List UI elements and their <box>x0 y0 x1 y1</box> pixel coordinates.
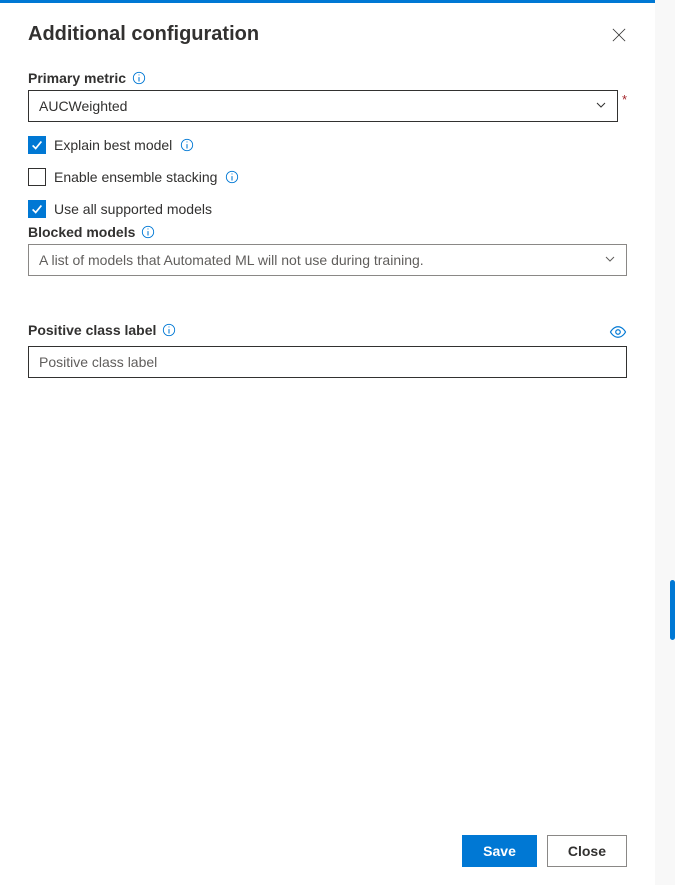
scrollbar-thumb[interactable] <box>670 580 675 640</box>
chevron-down-icon <box>604 252 616 268</box>
blocked-models-label: Blocked models <box>28 224 135 240</box>
explain-best-model-row: Explain best model <box>28 136 627 154</box>
panel-header: Additional configuration <box>0 3 655 60</box>
close-button[interactable]: Close <box>547 835 627 867</box>
positive-class-label-input[interactable] <box>28 346 627 378</box>
use-all-supported-models-row: Use all supported models <box>28 200 627 218</box>
required-indicator: * <box>622 92 627 107</box>
blocked-models-placeholder: A list of models that Automated ML will … <box>39 252 424 268</box>
positive-class-label-field: Positive class label <box>28 322 627 378</box>
save-button[interactable]: Save <box>462 835 537 867</box>
primary-metric-field: Primary metric AUCWeighted <box>28 70 627 122</box>
explain-best-model-label: Explain best model <box>54 137 172 153</box>
close-icon[interactable] <box>611 27 627 43</box>
primary-metric-value: AUCWeighted <box>39 98 127 114</box>
eye-icon[interactable] <box>609 323 627 341</box>
chevron-down-icon <box>595 98 607 114</box>
config-panel: Additional configuration Primary metric <box>0 0 655 885</box>
blocked-models-select[interactable]: A list of models that Automated ML will … <box>28 244 627 276</box>
blocked-models-field: Blocked models A list of models that Aut… <box>28 224 627 276</box>
positive-class-label-text: Positive class label <box>28 322 156 338</box>
blocked-models-label-row: Blocked models <box>28 224 155 240</box>
primary-metric-label: Primary metric <box>28 70 126 86</box>
use-all-supported-models-label: Use all supported models <box>54 201 212 217</box>
enable-ensemble-stacking-row: Enable ensemble stacking <box>28 168 627 186</box>
positive-class-label-wrap: Positive class label <box>28 322 176 338</box>
primary-metric-label-row: Primary metric <box>28 70 146 86</box>
enable-ensemble-stacking-checkbox[interactable] <box>28 168 46 186</box>
primary-metric-select[interactable]: AUCWeighted <box>28 90 618 122</box>
panel-title: Additional configuration <box>28 23 259 46</box>
positive-class-label-row: Positive class label <box>28 322 627 342</box>
info-icon[interactable] <box>180 138 194 152</box>
enable-ensemble-stacking-label: Enable ensemble stacking <box>54 169 217 185</box>
info-icon[interactable] <box>132 71 146 85</box>
info-icon[interactable] <box>225 170 239 184</box>
panel-footer: Save Close <box>0 817 655 885</box>
panel-body: Primary metric AUCWeighted <box>0 60 655 817</box>
explain-best-model-checkbox[interactable] <box>28 136 46 154</box>
primary-metric-select-wrapper: AUCWeighted * <box>28 90 627 122</box>
info-icon[interactable] <box>141 225 155 239</box>
use-all-supported-models-checkbox[interactable] <box>28 200 46 218</box>
spacer <box>28 284 627 322</box>
info-icon[interactable] <box>162 323 176 337</box>
